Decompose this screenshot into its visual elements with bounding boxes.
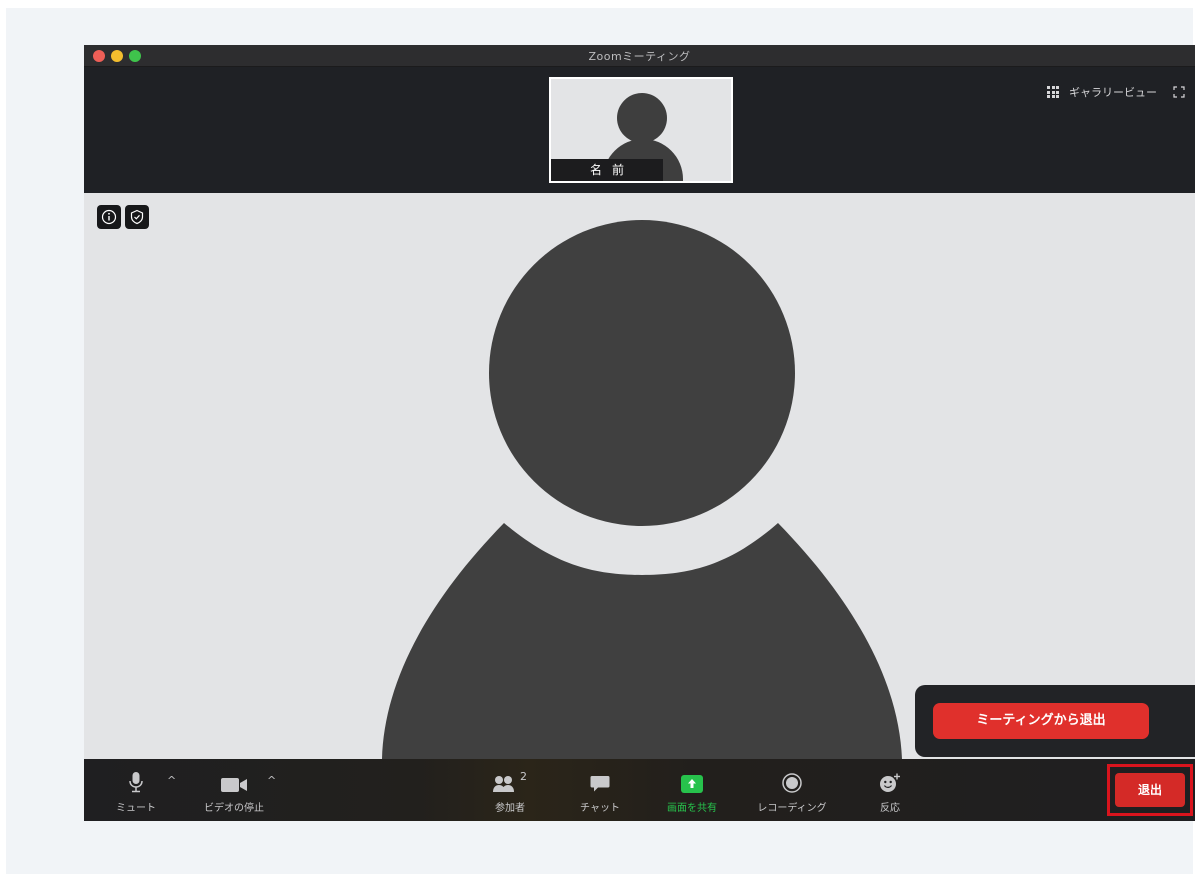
leave-button-highlight: 退出 — [1107, 764, 1193, 816]
window-title: Zoomミーティング — [588, 50, 691, 63]
zoom-meeting-window: Zoomミーティング 名前 ギャラリービュー ミーティングから退出 ミュート ^… — [84, 45, 1195, 821]
chat-icon — [590, 776, 610, 792]
chat-button[interactable]: チャット — [572, 759, 628, 821]
reaction-icon — [880, 773, 900, 792]
participants-icon — [493, 776, 514, 792]
share-screen-button[interactable]: 画面を共有 — [654, 759, 730, 821]
share-screen-label: 画面を共有 — [667, 803, 717, 814]
chat-label: チャット — [580, 803, 620, 814]
fullscreen-icon[interactable] — [1173, 86, 1185, 98]
leave-meeting-button[interactable]: ミーティングから退出 — [933, 703, 1149, 739]
speaker-strip: 名前 ギャラリービュー — [84, 67, 1195, 193]
mute-button[interactable]: ミュート — [108, 759, 164, 821]
reactions-label: 反応 — [880, 803, 900, 814]
leave-button[interactable]: 退出 — [1115, 773, 1185, 807]
microphone-icon — [129, 772, 143, 793]
stop-video-label: ビデオの停止 — [204, 803, 264, 814]
video-camera-icon — [221, 778, 247, 792]
info-icon — [101, 209, 117, 225]
title-bar: Zoomミーティング — [84, 45, 1195, 67]
mute-options-caret[interactable]: ^ — [167, 774, 176, 787]
participants-button[interactable]: 2 参加者 — [482, 759, 538, 821]
gallery-view-label: ギャラリービュー — [1069, 86, 1157, 99]
participants-label: 参加者 — [495, 803, 525, 814]
security-info-button[interactable] — [125, 205, 149, 229]
thumbnail-avatar-head — [617, 93, 667, 143]
shield-icon — [130, 209, 144, 225]
reactions-button[interactable]: 反応 — [862, 759, 918, 821]
mute-label: ミュート — [116, 803, 156, 814]
meeting-info-button[interactable] — [97, 205, 121, 229]
record-icon — [782, 773, 802, 793]
speaker-avatar-head — [489, 220, 795, 526]
recording-label: レコーディング — [757, 803, 827, 814]
meeting-toolbar: ミュート ^ ビデオの停止 ^ 2 参加者 チャット 画面を共有 レコーディング… — [84, 759, 1195, 821]
stop-video-button[interactable]: ビデオの停止 — [192, 759, 276, 821]
leave-popup: ミーティングから退出 — [915, 685, 1195, 757]
participant-thumbnail[interactable]: 名前 — [549, 77, 733, 183]
video-options-caret[interactable]: ^ — [267, 774, 276, 787]
participant-name-label: 名前 — [551, 159, 663, 181]
share-screen-icon — [681, 775, 703, 793]
recording-button[interactable]: レコーディング — [744, 759, 840, 821]
gallery-view-toggle[interactable]: ギャラリービュー — [1047, 84, 1185, 100]
screenshot-canvas: Zoomミーティング 名前 ギャラリービュー ミーティングから退出 ミュート ^… — [6, 8, 1195, 874]
participants-count: 2 — [520, 770, 527, 783]
grid-icon — [1047, 86, 1059, 98]
